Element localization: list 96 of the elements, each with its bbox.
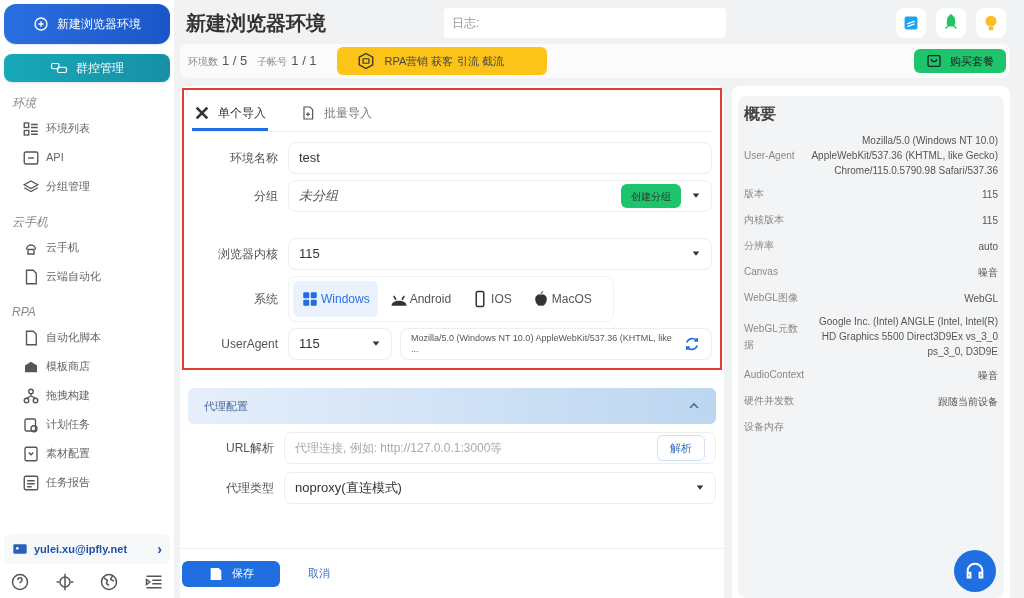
- group-value: 未分组: [299, 187, 340, 206]
- summary-label: WebGL图像: [744, 291, 799, 305]
- bag-icon: [926, 53, 942, 69]
- promo-button[interactable]: RPA营销 获客 引流 截流: [336, 47, 547, 75]
- toolbar-button[interactable]: [976, 8, 1006, 38]
- account-email: yulei.xu@ipfly.net: [34, 541, 129, 557]
- field-label: 环境名称: [229, 150, 279, 167]
- sidebar-item[interactable]: 分组管理: [4, 172, 170, 201]
- stat-label: 子帐号: [257, 54, 288, 69]
- proxy-type-select[interactable]: noproxy(直连模式): [284, 472, 716, 504]
- summary-label: Canvas: [744, 265, 779, 279]
- list-icon: [22, 119, 40, 138]
- field-label: 代理类型: [225, 480, 275, 497]
- sidebar-item[interactable]: 拖拽构建: [4, 381, 170, 410]
- field-label: 分组: [253, 188, 279, 205]
- summary-value: 跟随当前设备: [937, 394, 998, 409]
- image-file-icon: [22, 444, 40, 463]
- os-option[interactable]: IOS: [463, 281, 520, 317]
- sidebar-item[interactable]: 云端自动化: [4, 262, 170, 291]
- summary-value: WebGL: [963, 291, 998, 306]
- group-select[interactable]: 未分组 创建分组: [288, 180, 712, 212]
- summary-label: 设备内存: [744, 420, 785, 434]
- user-agent-field[interactable]: Mozilla/5.0 (Windows NT 10.0) AppleWebKit/537.36 (KHTML, like ...: [400, 328, 712, 360]
- parse-button[interactable]: 解析: [657, 435, 705, 461]
- summary-value: 115: [981, 213, 998, 228]
- stat-label: 环境数: [188, 54, 218, 69]
- account-row[interactable]: yulei.xu@ipfly.net ›: [4, 534, 170, 564]
- toolbar-button[interactable]: [896, 8, 926, 38]
- summary-title: 概要: [744, 104, 777, 124]
- log-field[interactable]: 日志:: [444, 8, 726, 38]
- sidebar-item[interactable]: API: [4, 143, 170, 172]
- summary-value: 噪音: [977, 265, 998, 280]
- summary-label: 内核版本: [744, 213, 785, 227]
- collapse-menu-icon: [143, 572, 164, 592]
- field-label: UserAgent: [220, 336, 279, 353]
- section-heading: 环境: [12, 95, 38, 112]
- stat-value: 1 / 5: [222, 52, 248, 71]
- tab[interactable]: 批量导入: [298, 97, 374, 131]
- buy-plan-button[interactable]: 购买套餐: [914, 49, 1006, 73]
- refresh-icon: [683, 335, 701, 353]
- sidebar-item[interactable]: 环境列表: [4, 114, 170, 143]
- page-title: 新建浏览器环境: [185, 11, 327, 36]
- toolbar-button[interactable]: [936, 8, 966, 38]
- tab[interactable]: 单个导入: [192, 97, 268, 131]
- field-label: URL解析: [225, 440, 275, 457]
- report-icon: [22, 473, 40, 492]
- id-card-icon: [12, 541, 28, 557]
- api-icon: [22, 148, 40, 167]
- section-heading: 云手机: [12, 214, 49, 231]
- sidebar-item[interactable]: 模板商店: [4, 352, 170, 381]
- globe-icon: [99, 572, 120, 592]
- summary-label: 版本: [744, 187, 765, 201]
- summary-label: WebGL元数据: [744, 321, 799, 352]
- summary-label: 硬件并发数: [744, 394, 795, 408]
- cancel-button[interactable]: 取消: [294, 560, 344, 587]
- calendar-clock-icon: [22, 415, 40, 434]
- help-icon: [10, 572, 30, 592]
- user-agent-value: Mozilla/5.0 (Windows NT 10.0) AppleWebKit/537.36 (KHTML, like ...: [411, 333, 673, 355]
- summary-value: 噪音: [977, 368, 998, 383]
- sidebar-item[interactable]: 任务报告: [4, 468, 170, 497]
- summary-value: Google Inc. (Intel) ANGLE (Intel, Intel(R) HD Graphics 5500 Direct3D9Ex vs_3_0 ps_3_0, D3D9E: [818, 315, 998, 359]
- new-environment-button[interactable]: 新建浏览器环境: [4, 4, 170, 44]
- field-label: 浏览器内核: [217, 246, 279, 263]
- section-heading: RPA: [12, 304, 37, 321]
- sidebar-item[interactable]: 云手机: [4, 233, 170, 262]
- os-option[interactable]: MacOS: [523, 281, 600, 317]
- os-option[interactable]: Windows: [293, 281, 378, 317]
- save-icon: [208, 565, 224, 582]
- plus-circle-icon: [33, 16, 49, 32]
- group-control-button[interactable]: 群控管理: [4, 54, 170, 82]
- kernel-select[interactable]: 115: [288, 238, 712, 270]
- field-label: 系统: [253, 291, 279, 308]
- save-button[interactable]: 保存: [182, 560, 280, 587]
- chevron: ›: [157, 539, 162, 559]
- sidebar-item[interactable]: 计划任务: [4, 410, 170, 439]
- ua-version-select[interactable]: 115: [288, 328, 392, 360]
- summary-label: User-Agent: [744, 148, 796, 163]
- name-field[interactable]: test: [288, 142, 712, 174]
- summary-value: 115: [981, 187, 998, 202]
- stat-value: 1 / 1: [291, 52, 317, 71]
- summary-label: 分辨率: [744, 239, 775, 253]
- select-value: 115: [299, 335, 321, 354]
- sidebar-item[interactable]: 自动化脚本: [4, 323, 170, 352]
- proxy-url-field[interactable]: 代理连接, 例如: http://127.0.0.1:3000等 解析: [284, 432, 716, 464]
- select-value: noproxy(直连模式): [295, 479, 403, 498]
- os-option[interactable]: Android: [381, 281, 460, 317]
- sidebar-item[interactable]: 素材配置: [4, 439, 170, 468]
- create-group-button[interactable]: 创建分组: [621, 184, 681, 208]
- summary-label: AudioContext: [744, 368, 806, 382]
- file-plus-icon: [300, 104, 316, 121]
- select-value: 115: [299, 245, 321, 264]
- proxy-section-header[interactable]: 代理配置: [188, 388, 716, 424]
- summary-value: Mozilla/5.0 (Windows NT 10.0) AppleWebKit/537.36 (KHTML, like Gecko) Chrome/115.0.5790.98 Safari/537.36: [810, 134, 998, 178]
- flow-icon: [22, 386, 40, 405]
- summary-value: auto: [977, 239, 998, 254]
- windows-logo-icon: [301, 290, 319, 308]
